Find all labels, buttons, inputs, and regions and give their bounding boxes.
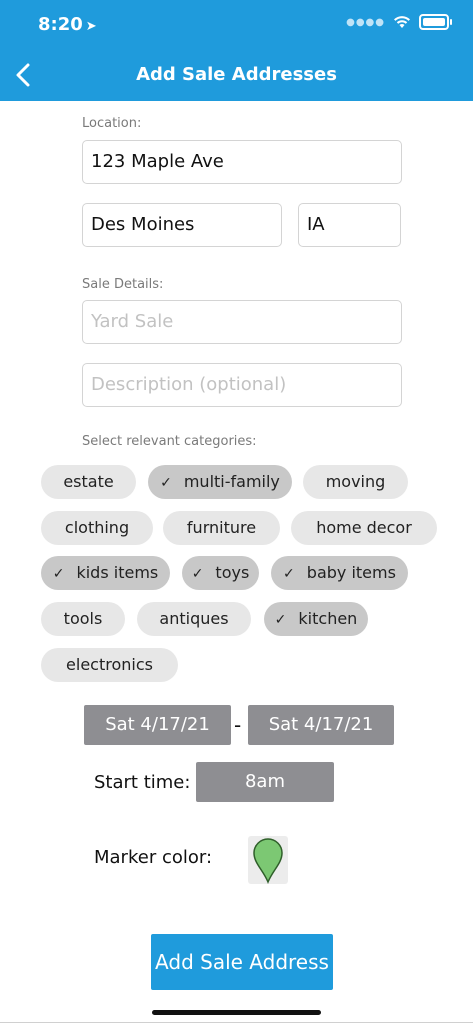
category-chip-furniture[interactable]: furniture xyxy=(163,511,280,545)
bottom-divider xyxy=(0,1022,473,1023)
status-icons: ●●●● xyxy=(346,14,452,30)
chip-label: tools xyxy=(63,609,103,628)
categories-label: Select relevant categories: xyxy=(82,434,257,449)
start-time-label: Start time: xyxy=(94,772,191,793)
home-indicator[interactable] xyxy=(152,1010,321,1015)
check-icon: ✓ xyxy=(191,566,204,582)
category-chip-home-decor[interactable]: home decor xyxy=(291,511,437,545)
map-pin-icon xyxy=(253,838,283,884)
check-icon: ✓ xyxy=(274,612,287,628)
state-input[interactable]: IA xyxy=(298,203,401,247)
category-chip-toys[interactable]: ✓ toys xyxy=(182,556,259,590)
category-chip-kitchen[interactable]: ✓ kitchen xyxy=(264,602,368,636)
category-chip-baby-items[interactable]: ✓ baby items xyxy=(271,556,408,590)
end-date-button[interactable]: Sat 4/17/21 xyxy=(248,705,394,745)
navigation-header: 8:20 ➤ ●●●● Add Sale Addresses xyxy=(0,0,473,101)
chip-label: antiques xyxy=(159,609,229,628)
start-date-button[interactable]: Sat 4/17/21 xyxy=(84,705,231,745)
description-input[interactable]: Description (optional) xyxy=(82,363,402,407)
signal-icon: ●●●● xyxy=(346,16,385,28)
sale-title-input[interactable]: Yard Sale xyxy=(82,300,402,344)
category-chip-electronics[interactable]: electronics xyxy=(41,648,178,682)
category-chip-moving[interactable]: moving xyxy=(303,465,408,499)
battery-icon xyxy=(419,14,452,30)
start-time-button[interactable]: 8am xyxy=(196,762,334,802)
wifi-icon xyxy=(394,16,410,28)
category-chip-kids-items[interactable]: ✓ kids items xyxy=(41,556,170,590)
location-label: Location: xyxy=(82,116,142,131)
check-icon: ✓ xyxy=(160,475,172,491)
marker-color-button[interactable] xyxy=(248,836,288,884)
category-chip-multi-family[interactable]: ✓ multi-family xyxy=(148,465,292,499)
status-time: 8:20 ➤ xyxy=(38,14,97,35)
marker-color-label: Marker color: xyxy=(94,847,213,868)
city-input[interactable]: Des Moines xyxy=(82,203,282,247)
chip-label: estate xyxy=(63,472,114,491)
chip-label: furniture xyxy=(186,518,257,537)
chip-label: baby items xyxy=(306,563,396,582)
add-sale-address-button[interactable]: Add Sale Address xyxy=(151,934,333,990)
category-chip-antiques[interactable]: antiques xyxy=(137,602,251,636)
category-chip-tools[interactable]: tools xyxy=(41,602,125,636)
chip-label: kids items xyxy=(76,563,159,582)
chip-label: electronics xyxy=(66,655,153,674)
check-icon: ✓ xyxy=(52,566,65,582)
category-chip-estate[interactable]: estate xyxy=(41,465,136,499)
chip-label: multi-family xyxy=(183,472,280,491)
street-input[interactable]: 123 Maple Ave xyxy=(82,140,402,184)
check-icon: ✓ xyxy=(283,566,295,582)
chip-label: moving xyxy=(325,472,386,491)
page-title: Add Sale Addresses xyxy=(136,64,337,85)
date-separator: - xyxy=(234,713,242,737)
chip-label: toys xyxy=(215,563,250,582)
clock-text: 8:20 xyxy=(38,14,83,35)
category-chip-clothing[interactable]: clothing xyxy=(41,511,153,545)
chip-label: home decor xyxy=(316,518,412,537)
location-arrow-icon: ➤ xyxy=(85,19,97,34)
chip-label: kitchen xyxy=(298,609,358,628)
chip-label: clothing xyxy=(64,518,130,537)
sale-details-label: Sale Details: xyxy=(82,277,164,292)
